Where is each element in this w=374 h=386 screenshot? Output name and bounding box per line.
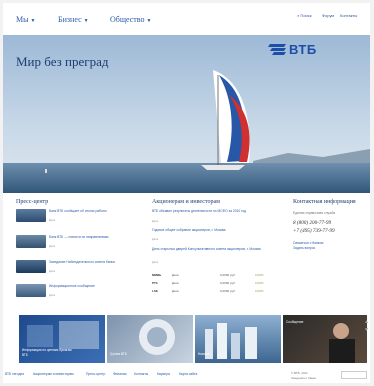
banner-subcaption: ВТБ [22, 353, 28, 357]
news-item[interactable]: Информационное сообщение Дата [16, 284, 134, 298]
footer-link[interactable]: Карьера [157, 372, 170, 376]
news-date: Дата [49, 218, 56, 222]
hero-title: Мир без преград [16, 54, 109, 69]
footer-search-input[interactable] [341, 371, 367, 379]
investor-news-date: Дата [152, 219, 159, 223]
menu-item-business[interactable]: Бизнес ▼ [58, 15, 89, 24]
quote-ticker: LSE [152, 289, 158, 293]
news-date: Дата [49, 244, 56, 248]
quote-ticker: РТС [152, 281, 158, 285]
hero-banner: Мир без преград ВТБ [3, 35, 370, 193]
footer-link[interactable]: Карта сайта [179, 372, 197, 376]
banner-caption: Сообщение [286, 320, 304, 324]
quote-date: Дата [172, 289, 179, 293]
quote-date: Дата [172, 273, 179, 277]
chevron-down-icon[interactable]: ▼ [364, 327, 370, 333]
banner-caption: Информация по ценным бумагам [22, 348, 72, 352]
chevron-down-icon: ▼ [146, 19, 152, 24]
footer-link[interactable]: Финансы [113, 372, 127, 376]
util-label: Поиск [300, 13, 312, 18]
chevron-up-icon[interactable]: ▲ [364, 319, 370, 325]
contact-link[interactable]: Связаться с банком [293, 241, 323, 245]
news-thumbnail [16, 284, 46, 297]
promo-banner[interactable]: Новости [195, 315, 281, 363]
news-link[interactable]: Банк ВТБ — новости по направлениям [49, 235, 134, 239]
promo-banners: Информация по ценным бумагам ВТБ Группа … [19, 315, 367, 363]
news-thumbnail [16, 235, 46, 248]
investor-news-link[interactable]: ВТБ объявил результаты деятельности по М… [152, 209, 272, 213]
top-navigation: Мы ▼ Бизнес ▼ Общество ▼ ⌕ Поиск Форум Конт… [3, 3, 370, 35]
investor-news-link[interactable]: День открытых дверей Консультативного со… [152, 247, 272, 251]
phone-number: 8 (800) 200-77-99 [293, 220, 332, 226]
banner-image [27, 321, 99, 349]
footer-link[interactable]: ВТБ сегодня [5, 372, 24, 376]
press-title[interactable]: Пресс-центр [16, 199, 48, 205]
search-icon: ⌕ [297, 13, 300, 18]
footer-note[interactable]: Сведения о банке [291, 376, 316, 380]
quote-price: 0,0000 руб [220, 281, 235, 285]
footer: ВТБ сегодня Акционерам и инвесторам Прес… [3, 368, 370, 383]
news-thumbnail [16, 209, 46, 222]
news-date: Дата [49, 269, 56, 273]
quote-row: РТС Дата 0,0000 руб 0,00% [152, 281, 272, 287]
page: Мы ▼ Бизнес ▼ Общество ▼ ⌕ Поиск Форум Конт… [3, 3, 370, 383]
menu-item-we[interactable]: Мы ▼ [16, 15, 35, 24]
util-search-link[interactable]: ⌕ Поиск [297, 13, 311, 18]
quote-row: LSE Дата 0,0000 руб 0,00% [152, 289, 272, 295]
news-item[interactable]: Банк ВТБ сообщает об итогах работы Дата [16, 209, 134, 223]
menu-label: Мы [16, 15, 29, 24]
quote-date: Дата [172, 281, 179, 285]
investor-news-link[interactable]: Годовое общее собрание акционеров, г. Мо… [152, 228, 272, 232]
footer-copyright: © ВТБ, 2011 [291, 371, 308, 375]
news-link[interactable]: Информационное сообщение [49, 284, 134, 288]
news-date: Дата [49, 293, 56, 297]
investor-news-date: Дата [152, 260, 159, 264]
quote-ticker: ММВБ [152, 273, 162, 277]
vtb-logo-text[interactable]: ВТБ [289, 42, 317, 57]
promo-banner[interactable]: Группа ВТБ [107, 315, 193, 363]
quote-price: 0,0000 руб [220, 289, 235, 293]
contact-title[interactable]: Контактная информация [293, 199, 356, 205]
news-link[interactable]: Заседание Наблюдательного совета банка [49, 260, 134, 264]
vtb-logo-icon [268, 44, 286, 55]
chevron-down-icon: ▼ [83, 19, 89, 24]
quote-change: 0,00% [255, 281, 264, 285]
quote-change: 0,00% [255, 273, 264, 277]
footer-link[interactable]: Контакты [134, 372, 148, 376]
yacht-hull [201, 165, 245, 170]
news-item[interactable]: Банк ВТБ — новости по направлениям Дата [16, 235, 134, 249]
investors-title[interactable]: Акционерам и инвесторам [152, 199, 220, 205]
phone-number: +7 (495) 739-77-99 [293, 228, 335, 234]
promo-banner[interactable]: Информация по ценным бумагам ВТБ [19, 315, 105, 363]
quote-price: 0,0000 руб [220, 273, 235, 277]
quote-change: 0,00% [255, 289, 264, 293]
news-item[interactable]: Заседание Наблюдательного совета банка Д… [16, 260, 134, 274]
investor-news-date: Дата [152, 237, 159, 241]
menu-label: Бизнес [58, 15, 82, 24]
util-contacts-link[interactable]: Контакты [340, 13, 357, 18]
news-link[interactable]: Банк ВТБ сообщает об итогах работы [49, 209, 134, 213]
news-thumbnail [16, 260, 46, 273]
footer-link[interactable]: Акционерам и инвесторам [33, 372, 74, 376]
chevron-down-icon: ▼ [30, 19, 36, 24]
menu-item-society[interactable]: Общество ▼ [110, 15, 151, 24]
contact-link[interactable]: Задать вопрос [293, 246, 315, 250]
contact-subtitle: Единая справочная служба [293, 211, 336, 215]
menu-label: Общество [110, 15, 145, 24]
banner-caption: Новости [198, 352, 211, 356]
promo-banner[interactable]: Сообщение [283, 315, 367, 363]
util-forum-link[interactable]: Форум [322, 13, 334, 18]
footer-link[interactable]: Пресс-центр [86, 372, 105, 376]
banner-caption: Группа ВТБ [110, 352, 127, 356]
quote-row: ММВБ Дата 0,0000 руб 0,00% [152, 273, 272, 279]
